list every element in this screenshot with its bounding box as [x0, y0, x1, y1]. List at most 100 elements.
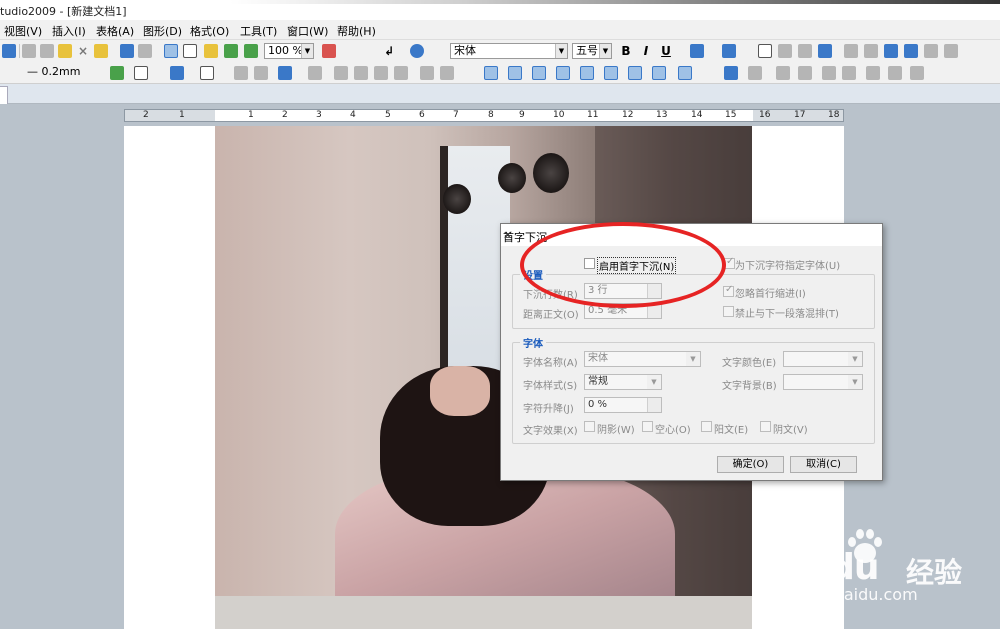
photo-person-hand [430, 366, 490, 416]
delete-icon[interactable]: × [76, 44, 90, 58]
redo-icon[interactable] [138, 44, 152, 58]
bold-button[interactable]: B [619, 44, 633, 58]
undo-icon[interactable] [120, 44, 134, 58]
shape-callout-icon[interactable] [652, 66, 666, 80]
bring-front-icon[interactable] [776, 66, 790, 80]
grid-icon[interactable] [183, 44, 197, 58]
paragraph-spacing-icon[interactable] [944, 44, 958, 58]
shape-rect-icon[interactable] [508, 66, 522, 80]
engrave-checkbox[interactable] [760, 421, 771, 432]
stepper-arrows[interactable] [647, 284, 661, 298]
rotate-icon[interactable] [822, 66, 836, 80]
shape-curve-icon[interactable] [604, 66, 618, 80]
send-back-icon[interactable] [798, 66, 812, 80]
border-icon[interactable] [134, 66, 148, 80]
enable-drop-cap-checkbox[interactable] [584, 258, 595, 269]
ignore-indent-checkbox[interactable]: ✓ [723, 284, 734, 297]
format-painter-icon[interactable] [94, 44, 108, 58]
shadow-checkbox[interactable] [584, 421, 595, 432]
shape-polygon-icon[interactable] [628, 66, 642, 80]
align-top-icon[interactable] [234, 66, 248, 80]
line-width-select[interactable]: — 0.2mm [24, 65, 104, 81]
menu-format[interactable]: 格式(O) [190, 23, 229, 39]
cut-icon[interactable] [22, 44, 36, 58]
line-spacing-icon[interactable] [924, 44, 938, 58]
font-name-select[interactable]: 宋体 ▼ [450, 43, 568, 59]
image-icon[interactable] [724, 66, 738, 80]
textbox-icon[interactable] [484, 66, 498, 80]
paste-icon[interactable] [58, 44, 72, 58]
hollow-checkbox[interactable] [642, 421, 653, 432]
align-center-icon[interactable] [778, 44, 792, 58]
close-icon[interactable]: ✕ [503, 229, 874, 242]
menu-help[interactable]: 帮助(H) [337, 23, 376, 39]
emboss-checkbox[interactable] [701, 421, 712, 432]
align-objects-icon[interactable] [866, 66, 880, 80]
zoom-select[interactable]: 100 % ▼ [264, 43, 314, 59]
text-bg-select[interactable]: ▼ [783, 374, 863, 390]
menu-table[interactable]: 表格(A) [96, 23, 134, 39]
distance-stepper[interactable]: 0.5 毫米 [584, 303, 662, 319]
assign-font-checkbox[interactable]: ✓ [724, 256, 735, 269]
highlight-icon[interactable] [722, 44, 736, 58]
ok-button[interactable]: 确定(O) [717, 456, 784, 473]
insert-column-icon[interactable] [374, 66, 388, 80]
shape-arrow-icon[interactable] [580, 66, 594, 80]
cancel-button[interactable]: 取消(C) [790, 456, 857, 473]
insert-image-icon[interactable] [164, 44, 178, 58]
justify-icon[interactable] [818, 44, 832, 58]
distribute-icon[interactable] [888, 66, 902, 80]
menu-window[interactable]: 窗口(W) [287, 23, 328, 39]
underline-button[interactable]: U [659, 44, 673, 58]
table-icon[interactable] [278, 66, 292, 80]
document-tab[interactable] [0, 86, 8, 104]
font-name-select[interactable]: 宋体 ▼ [584, 351, 701, 367]
stepper-arrows[interactable] [647, 304, 661, 318]
merge-cells-icon[interactable] [308, 66, 322, 80]
wrap-text-icon[interactable] [910, 66, 924, 80]
lines-stepper[interactable]: 3 行 [584, 283, 662, 299]
group-icon[interactable] [748, 66, 762, 80]
table-properties-icon[interactable] [420, 66, 434, 80]
fill-icon[interactable] [170, 66, 184, 80]
no-mix-checkbox[interactable] [723, 306, 734, 317]
insert-row-icon[interactable] [354, 66, 368, 80]
shape-icon[interactable] [200, 66, 214, 80]
align-middle-icon[interactable] [254, 66, 268, 80]
menu-insert[interactable]: 插入(I) [52, 23, 86, 39]
increase-indent-icon[interactable] [904, 44, 918, 58]
enable-drop-cap-label[interactable]: 启用首字下沉(N) [597, 257, 677, 274]
italic-button[interactable]: I [639, 44, 653, 58]
delete-row-icon[interactable] [394, 66, 408, 80]
bullets-icon[interactable] [844, 44, 858, 58]
stepper-arrows[interactable] [647, 398, 661, 412]
shape-line-icon[interactable] [556, 66, 570, 80]
split-cells-icon[interactable] [334, 66, 348, 80]
shape-ellipse-icon[interactable] [532, 66, 546, 80]
horizontal-ruler[interactable]: 2 1 1 2 3 4 5 6 7 8 9 10 11 12 13 14 15 … [124, 109, 844, 122]
hand-icon[interactable] [204, 44, 218, 58]
flip-icon[interactable] [842, 66, 856, 80]
sort-icon[interactable] [440, 66, 454, 80]
help-icon[interactable] [410, 44, 424, 58]
shape-star-icon[interactable] [678, 66, 692, 80]
search-icon[interactable] [2, 44, 16, 58]
copy-icon[interactable] [40, 44, 54, 58]
decrease-indent-icon[interactable] [884, 44, 898, 58]
show-marks-icon[interactable]: ↲ [382, 44, 396, 58]
text-color-icon[interactable] [322, 44, 336, 58]
zoom-in-icon[interactable] [224, 44, 238, 58]
raise-stepper[interactable]: 0 % [584, 397, 662, 413]
text-effect-icon[interactable] [690, 44, 704, 58]
text-color-select[interactable]: ▼ [783, 351, 863, 367]
font-style-select[interactable]: 常规 ▼ [584, 374, 662, 390]
align-left-icon[interactable] [758, 44, 772, 58]
menu-view[interactable]: 视图(V) [4, 23, 42, 39]
menu-graphics[interactable]: 图形(D) [143, 23, 182, 39]
numbering-icon[interactable] [864, 44, 878, 58]
menu-tools[interactable]: 工具(T) [240, 23, 277, 39]
pen-icon[interactable] [110, 66, 124, 80]
align-right-icon[interactable] [798, 44, 812, 58]
zoom-out-icon[interactable] [244, 44, 258, 58]
font-size-select[interactable]: 五号 ▼ [572, 43, 612, 59]
